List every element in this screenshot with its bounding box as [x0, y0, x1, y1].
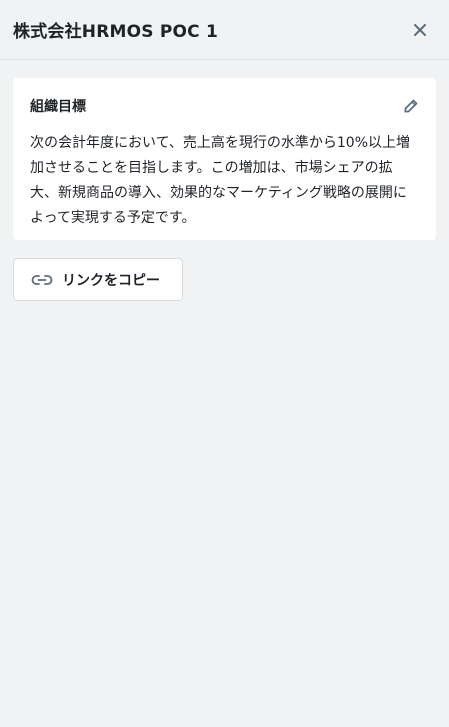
- goal-card: 組織目標 次の会計年度において、売上高を現行の水準から10%以上増加させることを…: [13, 78, 436, 240]
- goal-card-header: 組織目標: [30, 96, 420, 116]
- close-button[interactable]: [409, 19, 431, 41]
- copy-link-label: リンクをコピー: [62, 272, 160, 289]
- copy-link-button[interactable]: リンクをコピー: [13, 258, 183, 301]
- panel-title: 株式会社HRMOS POC 1: [13, 22, 218, 42]
- panel-header: 株式会社HRMOS POC 1: [0, 0, 449, 60]
- pencil-icon: [404, 99, 418, 113]
- goal-description: 次の会計年度において、売上高を現行の水準から10%以上増加させることを目指します…: [30, 135, 410, 226]
- close-icon: [414, 23, 426, 36]
- edit-button[interactable]: [400, 95, 422, 117]
- link-icon: [31, 274, 53, 285]
- link-icon-wrap: [31, 274, 53, 286]
- goal-card-title: 組織目標: [30, 99, 86, 115]
